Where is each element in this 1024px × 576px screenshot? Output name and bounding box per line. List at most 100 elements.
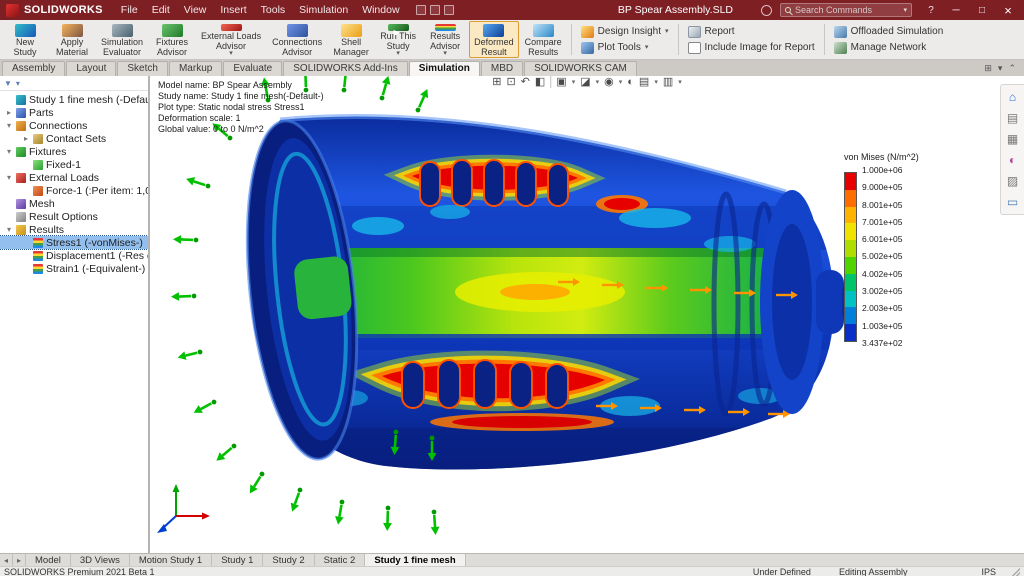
tree-item-mesh[interactable]: Mesh	[0, 197, 148, 210]
tab-assembly[interactable]: Assembly	[2, 61, 65, 76]
maximize-button[interactable]	[970, 1, 994, 19]
tree-item-connections[interactable]: Connections	[0, 119, 148, 132]
tab-scroll-right-icon[interactable]: ▸	[13, 554, 26, 566]
tab-evaluate[interactable]: Evaluate	[223, 61, 282, 76]
home-icon[interactable]: ⌂	[1009, 91, 1016, 103]
menu-simulation[interactable]: Simulation	[293, 4, 354, 16]
minimize-button[interactable]	[944, 1, 968, 19]
tree-item-results[interactable]: Results	[0, 223, 148, 236]
tree-item-fixtures[interactable]: Fixtures	[0, 145, 148, 158]
collapse-ribbon-icon[interactable]: ⌃	[1008, 63, 1016, 74]
compare-results-button[interactable]: CompareResults	[520, 21, 567, 58]
search-input[interactable]	[795, 5, 899, 15]
appearances-icon[interactable]: ◐	[1009, 154, 1016, 166]
help-icon[interactable]: ?	[924, 5, 938, 16]
shell-manager-button[interactable]: ShellManager	[328, 21, 374, 58]
apply-scene-icon[interactable]: ▤	[639, 77, 649, 88]
resize-grip[interactable]	[1012, 568, 1020, 576]
bottom-tab-static-2[interactable]: Static 2	[315, 554, 366, 566]
menu-view[interactable]: View	[178, 4, 213, 16]
chevron-down-icon[interactable]: ▾	[596, 78, 600, 86]
tree-item-parts[interactable]: Parts	[0, 106, 148, 119]
graphics-area[interactable]: Model name: BP Spear Assembly Study name…	[150, 76, 1024, 554]
external-loads-advisor-button[interactable]: External LoadsAdvisor ▾	[196, 21, 266, 58]
apply-material-button[interactable]: ApplyMaterial	[49, 21, 95, 58]
offloaded-simulation-button[interactable]: Offloaded Simulation	[834, 26, 944, 38]
expand-icon[interactable]	[5, 108, 13, 117]
simulation-evaluator-button[interactable]: SimulationEvaluator	[96, 21, 148, 58]
status-units[interactable]: IPS	[981, 567, 996, 576]
tab-solidworks-add-ins[interactable]: SOLIDWORKS Add-Ins	[283, 61, 407, 76]
chevron-down-icon[interactable]: ▾	[654, 78, 658, 86]
tab-markup[interactable]: Markup	[169, 61, 222, 76]
edit-appearance-icon[interactable]: ◐	[627, 77, 634, 88]
menu-edit[interactable]: Edit	[146, 4, 176, 16]
tree-item-fixed-1[interactable]: Fixed-1	[0, 158, 148, 171]
chevron-down-icon[interactable]: ▾	[678, 78, 682, 86]
rebuild-icon[interactable]	[444, 5, 454, 15]
tree-item-stress1[interactable]: Stress1 (-vonMises-)	[0, 236, 148, 249]
design-insight-button[interactable]: Design Insight ▾	[581, 26, 669, 38]
results-advisor-button[interactable]: ResultsAdvisor ▾	[422, 21, 468, 58]
bottom-tab-model[interactable]: Model	[26, 554, 71, 566]
sign-in-icon[interactable]	[761, 5, 772, 16]
comments-icon[interactable]: ▭	[1007, 196, 1018, 208]
deformed-result-button[interactable]: DeformedResult	[469, 21, 519, 58]
expand-icon[interactable]	[5, 121, 13, 130]
menu-insert[interactable]: Insert	[214, 4, 252, 16]
bottom-tab-study-1-fine-mesh[interactable]: Study 1 fine mesh	[365, 554, 465, 566]
connections-advisor-button[interactable]: ConnectionsAdvisor	[267, 21, 327, 58]
zoom-to-fit-icon[interactable]: ⊞	[492, 77, 501, 88]
ribbon-display-icon[interactable]: ⊞	[984, 63, 992, 74]
tree-item-strain1[interactable]: Strain1 (-Equivalent-)	[0, 262, 148, 275]
tab-layout[interactable]: Layout	[66, 61, 116, 76]
custom-properties-icon[interactable]: ▨	[1007, 175, 1018, 187]
plot-tools-button[interactable]: Plot Tools ▾	[581, 42, 669, 54]
hide-show-items-icon[interactable]: ◉	[604, 77, 614, 88]
tab-solidworks-cam[interactable]: SOLIDWORKS CAM	[524, 61, 637, 76]
expand-icon[interactable]	[5, 225, 13, 234]
expand-icon[interactable]	[5, 147, 13, 156]
design-library-icon[interactable]: ▤	[1007, 112, 1018, 124]
bottom-tab-motion-study-1[interactable]: Motion Study 1	[130, 554, 212, 566]
bottom-tab-3d-views[interactable]: 3D Views	[71, 554, 130, 566]
tree-item-result-options[interactable]: Result Options	[0, 210, 148, 223]
tab-scroll-left-icon[interactable]: ◂	[0, 554, 13, 566]
chevron-down-icon[interactable]: ▾	[619, 78, 623, 86]
previous-view-icon[interactable]: ↶	[521, 77, 530, 88]
search-caret-icon[interactable]: ▾	[903, 7, 907, 14]
save-icon[interactable]	[416, 5, 426, 15]
close-button[interactable]	[996, 1, 1020, 19]
include-image-for-report-checkbox[interactable]: Include Image for Report	[688, 42, 815, 54]
zoom-to-area-icon[interactable]: ⊡	[506, 77, 515, 88]
fixtures-advisor-button[interactable]: FixturesAdvisor	[149, 21, 195, 58]
menu-file[interactable]: File	[115, 4, 144, 16]
tab-mbd[interactable]: MBD	[481, 61, 523, 76]
tree-item-contact-sets[interactable]: Contact Sets	[0, 132, 148, 145]
ribbon-options-icon[interactable]: ▾	[998, 63, 1003, 74]
expand-icon[interactable]	[5, 173, 13, 182]
bottom-tab-study-1[interactable]: Study 1	[212, 554, 263, 566]
menu-window[interactable]: Window	[356, 4, 405, 16]
tree-item-external-loads[interactable]: External Loads	[0, 171, 148, 184]
report-button[interactable]: Report	[688, 26, 815, 38]
file-explorer-icon[interactable]: ▦	[1007, 133, 1018, 145]
display-style-icon[interactable]: ◪	[580, 77, 590, 88]
view-orientation-icon[interactable]: ▣	[556, 77, 566, 88]
bottom-tab-study-2[interactable]: Study 2	[263, 554, 314, 566]
chevron-down-icon[interactable]: ▾	[572, 78, 576, 86]
tab-sketch[interactable]: Sketch	[117, 61, 168, 76]
tab-simulation[interactable]: Simulation	[409, 61, 480, 76]
expand-icon[interactable]	[22, 134, 30, 143]
menu-tools[interactable]: Tools	[255, 4, 292, 16]
search-commands-box[interactable]: ▾	[780, 3, 912, 17]
filter-icon[interactable]: ▼	[4, 79, 12, 88]
section-view-icon[interactable]: ◧	[535, 77, 545, 88]
run-this-study-button[interactable]: Run ThisStudy ▾	[375, 21, 421, 58]
chevron-down-icon[interactable]: ▾	[16, 79, 20, 88]
view-settings-icon[interactable]: ▥	[663, 77, 673, 88]
tree-item-study[interactable]: Study 1 fine mesh (-Default-)	[0, 93, 148, 106]
new-study-button[interactable]: NewStudy	[2, 21, 48, 58]
tree-item-displacement1[interactable]: Displacement1 (-Res disp-)	[0, 249, 148, 262]
tree-item-force-1[interactable]: Force-1 (:Per item: 1,000 lbf:)	[0, 184, 148, 197]
